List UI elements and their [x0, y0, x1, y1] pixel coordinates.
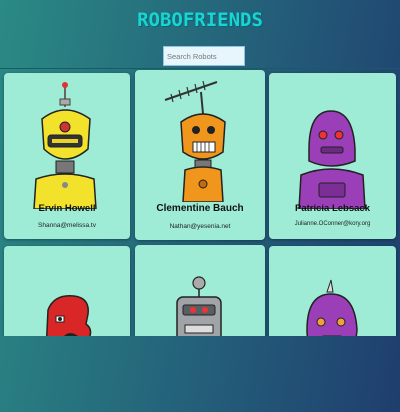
robot-card[interactable]: Patricia Lebsack Julianne.OConner@kory.o…	[269, 73, 396, 239]
search-input[interactable]	[163, 46, 245, 66]
robot-avatar-image	[176, 276, 222, 336]
robot-card[interactable]	[4, 246, 130, 336]
robot-card[interactable]	[135, 245, 265, 336]
robot-name: Ervin Howell	[38, 203, 96, 214]
robot-name: Clementine Bauch	[156, 203, 244, 214]
robot-avatar-image	[33, 82, 97, 209]
robot-card[interactable]: Ervin Howell Shanna@melissa.tv	[4, 73, 130, 239]
robot-avatar-image	[298, 110, 366, 209]
robot-card[interactable]	[269, 246, 396, 336]
robot-avatar-image	[164, 80, 226, 202]
robot-avatar-image	[306, 279, 358, 336]
robot-name: Patricia Lebsack	[295, 203, 370, 214]
app-title: ROBOFRIENDS	[137, 9, 263, 31]
robot-card[interactable]: Clementine Bauch Nathan@yesenia.net	[135, 70, 265, 240]
robot-list-scroll-area[interactable]: Ervin Howell Shanna@melissa.tv Clementin…	[0, 68, 400, 336]
robot-card-grid: Ervin Howell Shanna@melissa.tv Clementin…	[0, 69, 400, 336]
robot-avatar-image	[46, 295, 92, 336]
robot-email: Shanna@melissa.tv	[38, 222, 96, 229]
robot-email: Nathan@yesenia.net	[169, 223, 231, 230]
robot-email: Julianne.OConner@kory.org	[294, 221, 371, 227]
